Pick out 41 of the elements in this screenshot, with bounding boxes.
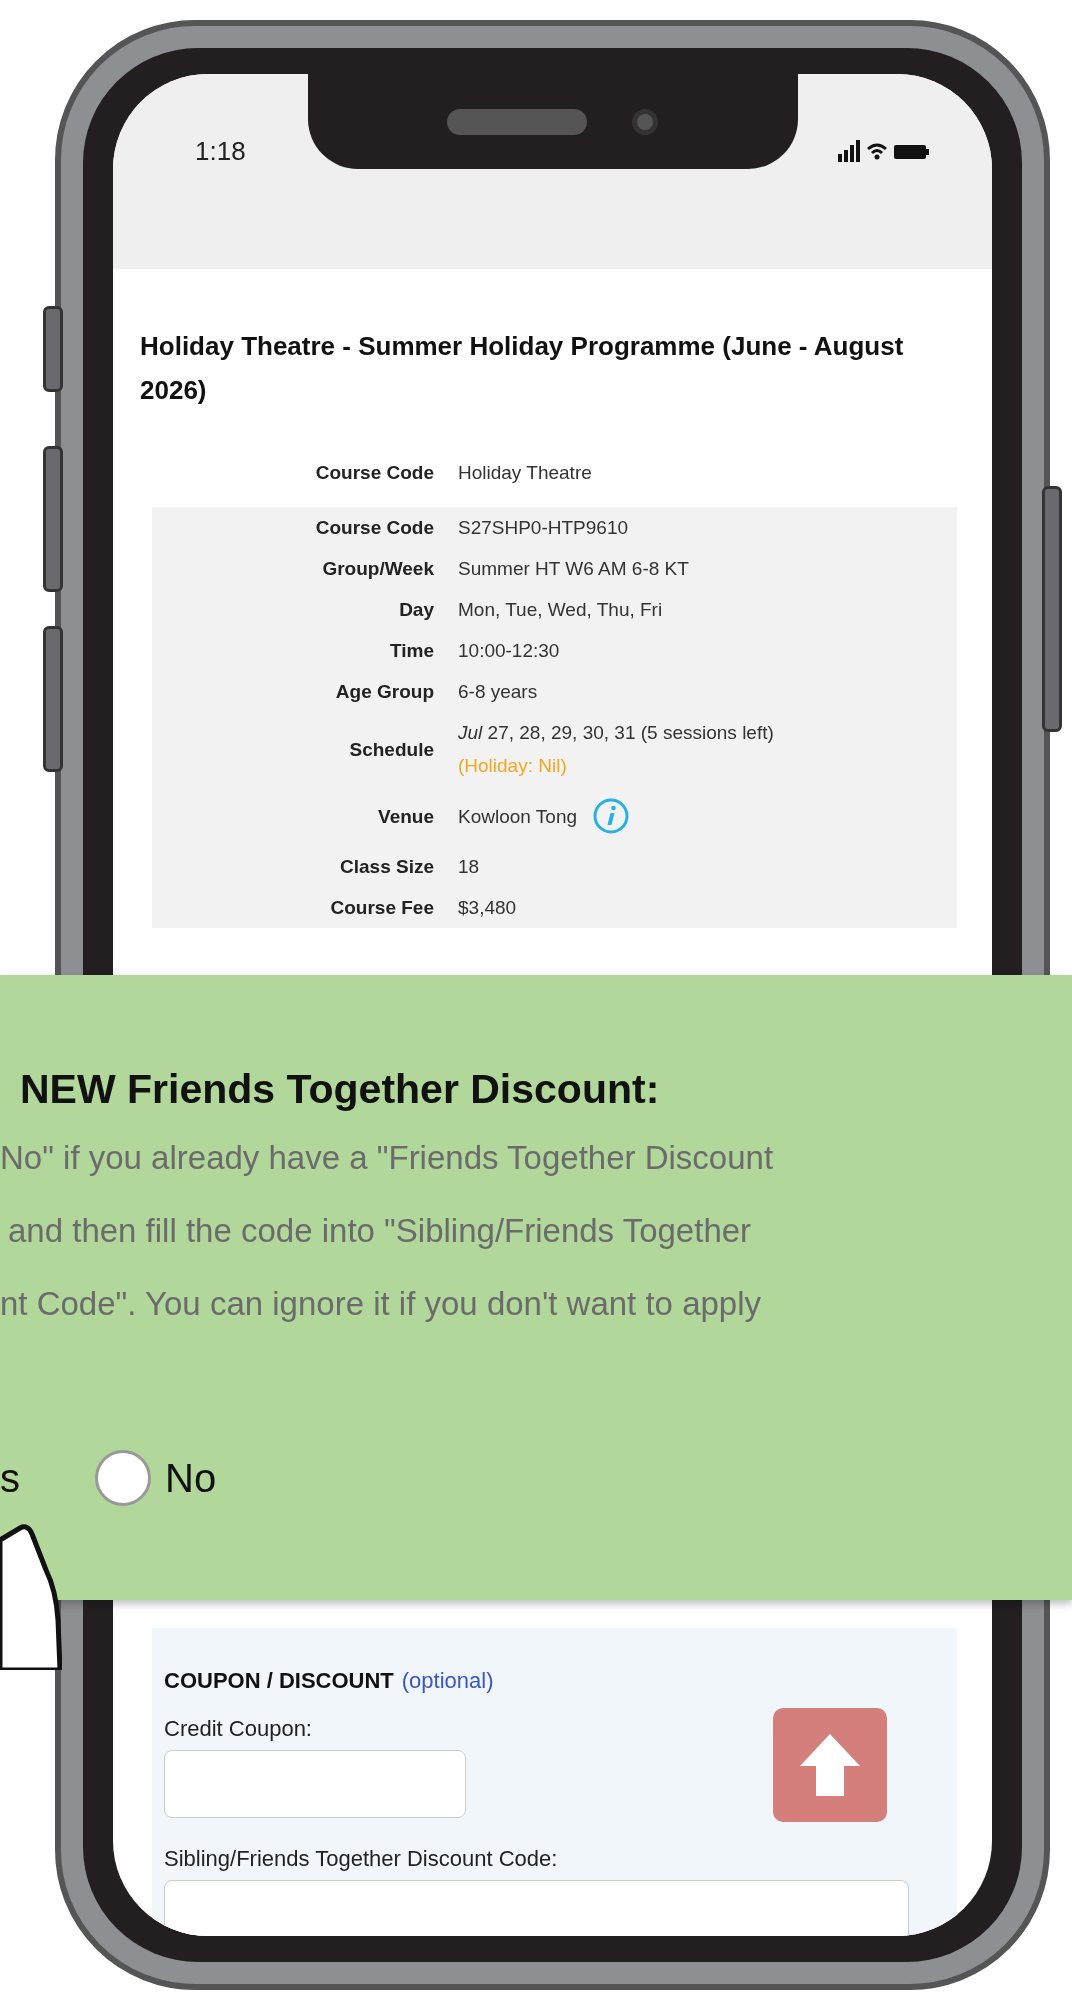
- detail-value: 18: [458, 855, 480, 879]
- detail-label: Course Code: [314, 516, 434, 540]
- detail-value: Mon, Tue, Wed, Thu, Fri: [458, 598, 663, 622]
- detail-value: Holiday Theatre: [458, 461, 592, 485]
- detail-label: Day: [398, 598, 434, 622]
- banner-text-line: No" if you already have a "Friends Together Discount: [0, 1138, 775, 1178]
- clock-time: 1:18: [195, 136, 246, 167]
- credit-coupon-field[interactable]: [164, 1750, 466, 1818]
- detail-label: Group/Week: [321, 557, 434, 581]
- field-label: Credit Coupon:: [164, 1716, 313, 1742]
- banner-text-line: and then fill the code into "Sibling/Friends Together: [7, 1211, 753, 1251]
- radio-button[interactable]: [95, 1450, 151, 1506]
- detail-value: $3,480: [458, 896, 517, 920]
- detail-label: Class Size: [339, 855, 434, 879]
- radio-label[interactable]: s: [0, 1455, 20, 1501]
- detail-value: Kowloon Tong: [458, 804, 578, 829]
- detail-value: Jul 27, 28, 29, 30, 31 (5 sessions left): [458, 721, 774, 745]
- detail-label: Time: [389, 639, 434, 663]
- discount-code-field[interactable]: [164, 1880, 909, 1936]
- detail-value: Summer HT W6 AM 6-8 KT: [458, 557, 689, 581]
- detail-value: 10:00-12:30: [458, 639, 560, 663]
- no-radio-option[interactable]: No: [95, 1450, 217, 1506]
- course-title: Holiday Theatre - Summer Holiday Programme (June - August 2026): [140, 330, 905, 407]
- camera-dot: [632, 108, 658, 135]
- detail-label: Age Group: [334, 680, 434, 704]
- detail-label: Schedule: [348, 737, 434, 762]
- banner-text-line: nt Code". You can ignore it if you don't want to apply: [0, 1284, 763, 1324]
- field-label: Sibling/Friends Together Discount Code:: [164, 1846, 559, 1872]
- section-heading: COUPON / DISCOUNT: [164, 1668, 394, 1694]
- info-icon[interactable]: [593, 798, 630, 834]
- detail-label: Course Code: [314, 461, 434, 485]
- detail-value: 6-8 years: [458, 680, 538, 704]
- scroll-top-button[interactable]: [773, 1708, 887, 1822]
- detail-label: Course Fee: [329, 896, 434, 920]
- signal-wifi-battery-icon: [838, 140, 930, 162]
- up-arrow-icon: [800, 1734, 860, 1796]
- detail-value: S27SHP0-HTP9610: [458, 516, 629, 540]
- banner-heading: NEW Friends Together Discount:: [19, 1065, 661, 1114]
- optional-note: (optional): [401, 1668, 494, 1694]
- holiday-note: (Holiday: Nil): [458, 754, 568, 778]
- detail-label: Venue: [377, 804, 434, 829]
